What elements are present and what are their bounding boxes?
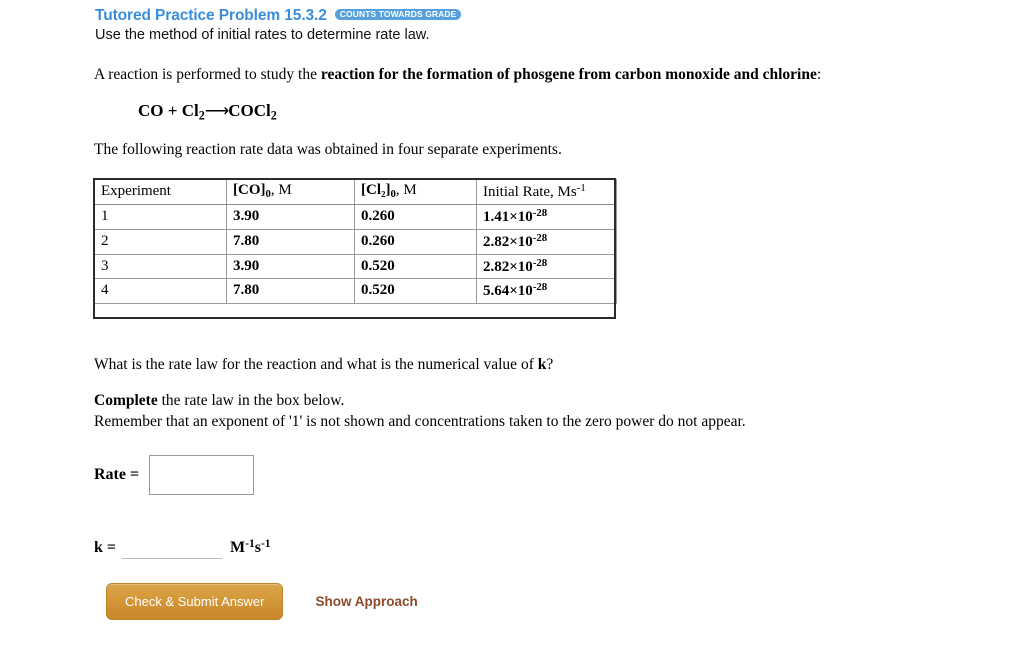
equation-product: COCl	[228, 101, 271, 120]
k-answer-row: k = M-1s-1	[94, 538, 271, 560]
rate-mantissa: 2.82×10	[483, 233, 533, 250]
rate-mantissa: 5.64×10	[483, 283, 533, 300]
equation-reactant-1: CO	[138, 101, 164, 120]
rate-input[interactable]	[149, 455, 255, 495]
table-row: 3 3.90 0.520 2.82×10-28	[94, 253, 617, 280]
table-body: 1 3.90 0.260 1.41×10-28 2 7.80 0.260 2.8…	[94, 203, 617, 305]
instruction-complete-rest: the rate law in the box below.	[157, 392, 345, 409]
co-species: CO	[238, 182, 261, 199]
table-row: 2 7.80 0.260 2.82×10-28	[94, 228, 617, 255]
rate-label: Rate =	[94, 466, 140, 483]
cell-co: 7.80	[226, 278, 355, 305]
k-label: k =	[94, 539, 117, 557]
rate-mantissa: 1.41×10	[483, 208, 533, 225]
initial-rate-exponent: -1	[576, 182, 586, 194]
equation-product-subscript: 2	[270, 108, 277, 123]
equation-reactant-2: Cl	[181, 101, 199, 120]
intro-lead-text: A reaction is performed to study the	[94, 66, 321, 83]
table-row: 4 7.80 0.520 5.64×10-28	[94, 278, 617, 305]
cl2-units: , M	[395, 182, 417, 199]
reaction-equation: CO + Cl2⟶COCl2	[138, 101, 277, 123]
intro-bold-text: reaction for the formation of phosgene f…	[320, 66, 817, 83]
cell-experiment: 2	[94, 228, 227, 255]
problem-subtitle: Use the method of initial rates to deter…	[95, 27, 430, 44]
title-row: Tutored Practice Problem 15.3.2 COUNTS T…	[95, 7, 975, 24]
k-units-s-exponent: -1	[260, 538, 271, 550]
page-title: Tutored Practice Problem 15.3.2	[95, 7, 327, 24]
cell-co: 7.80	[226, 228, 355, 255]
co-units: , M	[270, 182, 292, 199]
k-input[interactable]	[122, 541, 223, 560]
rate-exponent: -28	[532, 281, 548, 294]
column-header-initial-rate: Initial Rate, Ms-1	[476, 179, 617, 205]
k-units-m-exponent: -1	[245, 538, 255, 550]
question-lead: What is the rate law for the reaction an…	[94, 356, 538, 373]
check-submit-answer-button[interactable]: Check & Submit Answer	[106, 583, 284, 620]
cell-initial-rate: 2.82×10-28	[476, 253, 617, 280]
table-header-row: Experiment [CO]0, M [Cl₂]0, M Initial Ra…	[94, 179, 617, 205]
question-trailing: ?	[546, 356, 554, 373]
cell-cl2: 0.260	[354, 203, 477, 230]
action-row: Check & Submit Answer Show Approach	[106, 583, 418, 620]
experiment-data-table: Experiment [CO]0, M [Cl₂]0, M Initial Ra…	[94, 179, 617, 305]
problem-page: Tutored Practice Problem 15.3.2 COUNTS T…	[0, 0, 1024, 645]
cell-co: 3.90	[226, 203, 355, 230]
cell-initial-rate: 1.41×10-28	[476, 203, 617, 230]
instruction-complete-bold: Complete	[94, 392, 158, 409]
table-intro-text: The following reaction rate data was obt…	[94, 141, 562, 158]
rate-exponent: -28	[532, 206, 548, 219]
cl2-species: Cl₂	[366, 182, 386, 199]
problem-header: Tutored Practice Problem 15.3.2 COUNTS T…	[95, 7, 975, 43]
show-approach-link[interactable]: Show Approach	[315, 594, 417, 609]
cell-cl2: 0.520	[354, 253, 477, 280]
cell-co: 3.90	[226, 253, 355, 280]
intro-paragraph: A reaction is performed to study the rea…	[94, 66, 821, 84]
instruction-remember: Remember that an exponent of '1' is not …	[94, 413, 746, 430]
rate-exponent: -28	[532, 231, 548, 244]
cell-experiment: 4	[94, 278, 227, 305]
intro-trailing-text: :	[816, 66, 822, 83]
k-units-m: M	[230, 539, 246, 557]
cell-initial-rate: 2.82×10-28	[476, 228, 617, 255]
rate-mantissa: 2.82×10	[483, 258, 533, 275]
cell-experiment: 1	[94, 203, 227, 230]
k-units-label: M-1s-1	[230, 538, 271, 557]
cell-cl2: 0.520	[354, 278, 477, 305]
cell-initial-rate: 5.64×10-28	[476, 278, 617, 305]
rate-answer-row: Rate =	[94, 455, 255, 495]
question-text: What is the rate law for the reaction an…	[94, 356, 553, 374]
equation-plus: +	[163, 101, 182, 120]
column-header-experiment: Experiment	[94, 179, 227, 205]
cell-cl2: 0.260	[354, 228, 477, 255]
table-row: 1 3.90 0.260 1.41×10-28	[94, 203, 617, 230]
initial-rate-label: Initial Rate, Ms	[483, 183, 577, 200]
instruction-complete: Complete the rate law in the box below.	[94, 392, 344, 410]
column-header-cl2: [Cl₂]0, M	[354, 179, 477, 205]
table-header: Experiment [CO]0, M [Cl₂]0, M Initial Ra…	[94, 179, 617, 205]
cell-experiment: 3	[94, 253, 227, 280]
rate-exponent: -28	[532, 256, 548, 269]
column-header-experiment-label: Experiment	[101, 182, 171, 199]
status-badge: COUNTS TOWARDS GRADE	[334, 8, 462, 21]
reaction-arrow-icon: ⟶	[204, 101, 229, 120]
column-header-co: [CO]0, M	[226, 179, 355, 205]
